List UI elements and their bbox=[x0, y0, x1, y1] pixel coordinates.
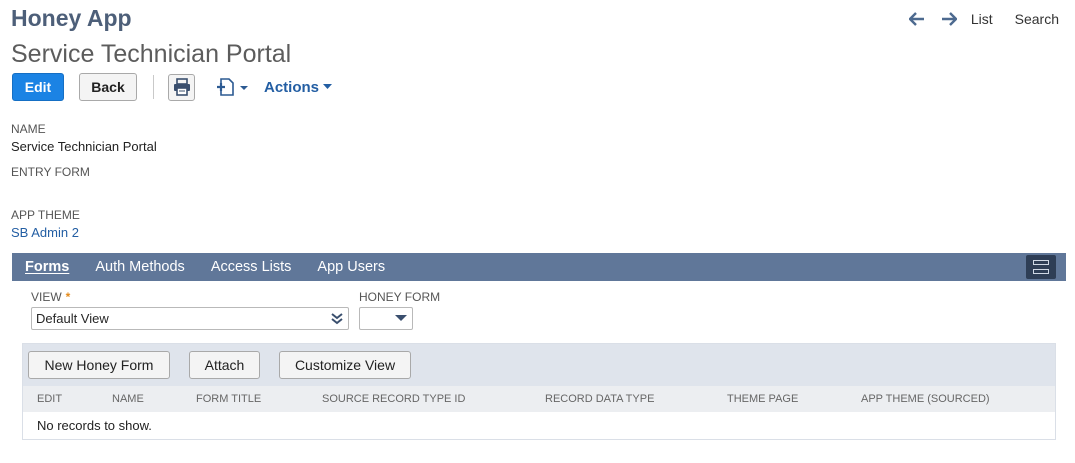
tab-access-lists[interactable]: Access Lists bbox=[211, 259, 292, 275]
table-header: EDIT NAME FORM TITLE SOURCE RECORD TYPE … bbox=[23, 386, 1055, 412]
app-title: Honey App bbox=[11, 5, 132, 31]
new-record-icon[interactable] bbox=[216, 77, 250, 97]
toolbar: Edit Back Actions bbox=[12, 73, 333, 101]
chevron-down-icon bbox=[395, 315, 407, 321]
double-chevron-down-icon bbox=[331, 313, 343, 325]
arrow-left-icon[interactable] bbox=[907, 11, 927, 27]
actions-label: Actions bbox=[264, 78, 320, 96]
view-label: VIEW * bbox=[31, 290, 71, 304]
honey-form-label: HONEY FORM bbox=[359, 290, 441, 304]
new-honey-form-button[interactable]: New Honey Form bbox=[28, 351, 170, 379]
edit-button[interactable]: Edit bbox=[12, 73, 64, 101]
customize-view-button[interactable]: Customize View bbox=[279, 351, 411, 379]
column-edit[interactable]: EDIT bbox=[37, 393, 62, 405]
name-value: Service Technician Portal bbox=[11, 139, 157, 154]
attach-button[interactable]: Attach bbox=[189, 351, 260, 379]
subtab-bar: Forms Auth Methods Access Lists App User… bbox=[12, 253, 1066, 281]
search-link[interactable]: Search bbox=[1015, 11, 1059, 27]
honey-form-select[interactable] bbox=[359, 307, 413, 330]
tab-app-users[interactable]: App Users bbox=[317, 259, 385, 275]
column-app-theme-sourced[interactable]: APP THEME (SOURCED) bbox=[861, 393, 990, 405]
column-source-record-type-id[interactable]: SOURCE RECORD TYPE ID bbox=[322, 393, 465, 405]
column-form-title[interactable]: FORM TITLE bbox=[196, 393, 261, 405]
entry-form-label: ENTRY FORM bbox=[11, 165, 90, 179]
view-select-value: Default View bbox=[36, 311, 109, 326]
column-theme-page[interactable]: THEME PAGE bbox=[727, 393, 798, 405]
layout-toggle-icon[interactable] bbox=[1026, 255, 1056, 279]
page-title: Service Technician Portal bbox=[11, 40, 292, 68]
arrow-right-icon[interactable] bbox=[939, 11, 959, 27]
printer-icon[interactable] bbox=[168, 73, 195, 101]
column-name[interactable]: NAME bbox=[112, 393, 144, 405]
actions-menu[interactable]: Actions bbox=[264, 78, 333, 96]
forms-sublist: New Honey Form Attach Customize View EDI… bbox=[22, 343, 1056, 440]
chevron-down-icon bbox=[323, 84, 333, 89]
app-theme-label: APP THEME bbox=[11, 208, 80, 222]
top-nav: List Search bbox=[907, 11, 1059, 27]
app-theme-link[interactable]: SB Admin 2 bbox=[11, 225, 79, 240]
empty-message: No records to show. bbox=[37, 418, 152, 433]
back-button[interactable]: Back bbox=[79, 73, 137, 101]
tab-auth-methods[interactable]: Auth Methods bbox=[95, 259, 184, 275]
tab-forms[interactable]: Forms bbox=[25, 259, 69, 275]
list-link[interactable]: List bbox=[971, 11, 993, 27]
toolbar-divider bbox=[153, 75, 154, 99]
name-label: NAME bbox=[11, 122, 46, 136]
view-select[interactable]: Default View bbox=[31, 307, 349, 330]
column-record-data-type[interactable]: RECORD DATA TYPE bbox=[545, 393, 654, 405]
sublist-toolbar: New Honey Form Attach Customize View bbox=[23, 344, 1055, 386]
required-marker: * bbox=[65, 290, 71, 304]
